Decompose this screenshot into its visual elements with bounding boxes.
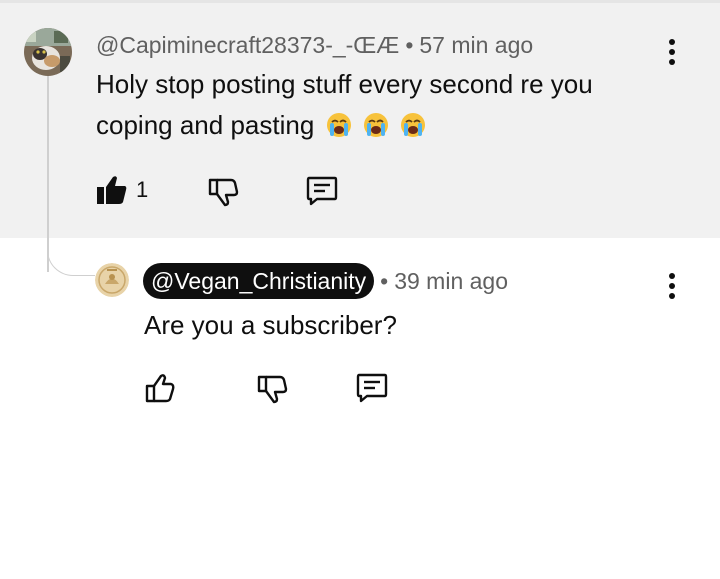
meta-separator: • (405, 31, 414, 58)
avatar-image (95, 263, 129, 297)
avatar[interactable] (95, 263, 129, 297)
dislike-button[interactable] (207, 177, 239, 207)
dislike-button[interactable] (256, 374, 288, 404)
thumbs-down-icon (208, 178, 239, 207)
reply-timestamp[interactable]: 39 min ago (394, 268, 508, 295)
dot-icon (669, 283, 675, 289)
dot-icon (669, 59, 675, 65)
dot-icon (669, 39, 675, 45)
thread-connector (47, 238, 95, 276)
reply-button[interactable] (305, 175, 339, 207)
author-handle[interactable]: @Capiminecraft28373-_-ŒÆ (96, 32, 399, 59)
thumbs-up-filled-icon (97, 176, 127, 204)
like-count: 1 (136, 177, 149, 202)
avatar-image (24, 28, 72, 76)
like-button[interactable]: 1 (96, 175, 148, 205)
comment-icon (306, 176, 338, 206)
author-handle-highlighted[interactable]: @Vegan_Christianity (143, 263, 375, 299)
comment-meta: @Capiminecraft28373-_-ŒÆ • 57 min ago (96, 30, 533, 60)
comment-text: Holy stop posting stuff every second re … (96, 64, 656, 146)
thumbs-up-icon (145, 374, 175, 403)
thumbs-down-icon (257, 375, 288, 404)
comment-icon (356, 373, 388, 403)
comment-more-button[interactable] (660, 32, 684, 72)
like-button[interactable] (144, 372, 176, 404)
meta-separator: • (380, 267, 389, 294)
dot-icon (669, 49, 675, 55)
dot-icon (669, 273, 675, 279)
comment-timestamp[interactable]: 57 min ago (419, 32, 533, 59)
loudly-crying-face-icon (363, 113, 388, 137)
reply-meta: @Vegan_Christianity • 39 min ago (143, 263, 508, 299)
reply-text: Are you a subscriber? (144, 310, 397, 340)
avatar[interactable] (24, 28, 72, 76)
loudly-crying-face-icon (326, 113, 351, 137)
dot-icon (669, 293, 675, 299)
reply-button[interactable] (355, 372, 389, 404)
reply-more-button[interactable] (660, 266, 684, 306)
loudly-crying-face-icon (401, 113, 425, 137)
